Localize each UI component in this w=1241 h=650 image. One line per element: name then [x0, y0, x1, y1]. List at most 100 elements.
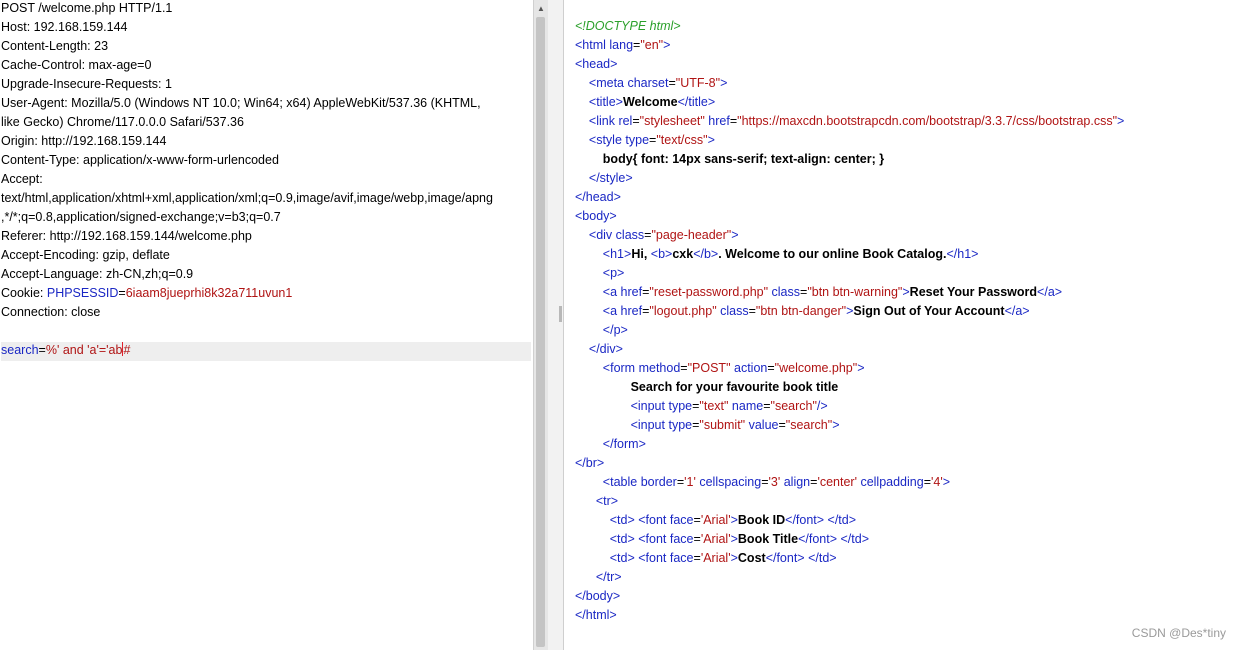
tag: </head> — [575, 190, 621, 204]
tag: > — [942, 475, 951, 489]
code-line: <a href="logout.php" class="btn btn-dang… — [575, 302, 1124, 321]
tag: </p> — [602, 323, 628, 337]
attr-value: "UTF-8" — [675, 76, 721, 90]
request-line[interactable]: Upgrade-Insecure-Requests: 1 — [1, 76, 531, 95]
body-param-name: search — [1, 343, 39, 357]
tag: > — [730, 513, 738, 527]
text: Search for your favourite book title — [630, 380, 839, 394]
request-line[interactable]: Origin: http://192.168.159.144 — [1, 133, 531, 152]
attr: href — [620, 304, 643, 318]
tag: > — [730, 532, 738, 546]
request-line[interactable]: Accept-Encoding: gzip, deflate — [1, 247, 531, 266]
text: Welcome — [622, 95, 678, 109]
attr-value: "https://maxcdn.bootstrapcdn.com/bootstr… — [737, 114, 1118, 128]
cookie-line[interactable]: Cookie: PHPSESSID=6iaam8jueprhi8k32a711u… — [1, 285, 531, 304]
tag: <td> <font — [609, 551, 670, 565]
attr: method — [638, 361, 681, 375]
cookie-label: Cookie: — [1, 286, 47, 300]
request-lines: POST /welcome.php HTTP/1.1 Host: 192.168… — [1, 0, 531, 361]
eq: = — [693, 532, 701, 546]
attr: cellspacing — [695, 475, 762, 489]
tag: <link — [588, 114, 619, 128]
attr: action — [730, 361, 768, 375]
pane-divider-grip-icon[interactable] — [559, 306, 562, 322]
request-line[interactable]: Content-Type: application/x-www-form-url… — [1, 152, 531, 171]
request-line[interactable]: POST /welcome.php HTTP/1.1 — [1, 0, 531, 19]
eq: = — [632, 114, 640, 128]
code-line: <input type="submit" value="search"> — [575, 416, 1124, 435]
request-line[interactable]: Cache-Control: max-age=0 — [1, 57, 531, 76]
code-line: <table border='1' cellspacing='3' align=… — [575, 473, 1124, 492]
attr-value: '3' — [768, 475, 781, 489]
watermark: CSDN @Des*tiny — [1131, 626, 1226, 640]
response-viewer[interactable]: <!DOCTYPE html> <html lang="en"> <head> … — [565, 0, 1241, 650]
attr-value: "POST" — [687, 361, 731, 375]
request-line[interactable]: text/html,application/xhtml+xml,applicat… — [1, 190, 531, 209]
attr-value: 'Arial' — [700, 551, 731, 565]
scroll-up-arrow-icon[interactable]: ▲ — [534, 0, 548, 16]
code-line: <body> — [575, 207, 1124, 226]
request-scrollbar[interactable]: ▲ — [533, 0, 548, 650]
blank-line[interactable] — [1, 323, 531, 342]
attr-value: "page-header" — [651, 228, 732, 242]
attr: type — [625, 133, 650, 147]
body-param-value-tail: # — [123, 343, 131, 357]
tag: </font> </td> — [785, 513, 857, 527]
body-param-eq: = — [38, 343, 46, 357]
attr-value: "submit" — [699, 418, 746, 432]
code-line: <link rel="stylesheet" href="https://max… — [575, 112, 1124, 131]
tag: > — [832, 418, 840, 432]
code-line: </body> — [575, 587, 1124, 606]
eq: = — [693, 513, 701, 527]
connection-line[interactable]: Connection: close — [1, 304, 531, 323]
pane-divider[interactable] — [548, 0, 564, 650]
attr-value: 'center' — [817, 475, 857, 489]
scroll-thumb[interactable] — [536, 17, 545, 647]
attr-value: '1' — [684, 475, 696, 489]
request-line[interactable]: ,*/*;q=0.8,application/signed-exchange;v… — [1, 209, 531, 228]
tag: <input — [630, 418, 669, 432]
cookie-eq: = — [118, 286, 126, 300]
request-line[interactable]: Referer: http://192.168.159.144/welcome.… — [1, 228, 531, 247]
body-param-value: %' and 'a'='ab — [45, 343, 123, 357]
code-line: </html> — [575, 606, 1124, 625]
tag: </html> — [575, 608, 617, 622]
attr: border — [640, 475, 677, 489]
tag: > — [857, 361, 865, 375]
request-body-line[interactable]: search=%' and 'a'='ab# — [1, 342, 531, 361]
tag: <input — [630, 399, 669, 413]
request-line[interactable]: like Gecko) Chrome/117.0.0.0 Safari/537.… — [1, 114, 531, 133]
code-line: <h1>Hi, <b>cxk</b>. Welcome to our onlin… — [575, 245, 1124, 264]
request-line[interactable]: Accept-Language: zh-CN,zh;q=0.9 — [1, 266, 531, 285]
tag: <html — [575, 38, 610, 52]
tag: <head> — [575, 57, 618, 71]
code-line: <a href="reset-password.php" class="btn … — [575, 283, 1124, 302]
request-line[interactable]: Accept: — [1, 171, 531, 190]
request-line[interactable]: Content-Length: 23 — [1, 38, 531, 57]
code-line: <html lang="en"> — [575, 36, 1124, 55]
text: Book ID — [737, 513, 786, 527]
attr: align — [780, 475, 811, 489]
attr-value: '4' — [931, 475, 943, 489]
code-line: </div> — [575, 340, 1124, 359]
request-line[interactable]: User-Agent: Mozilla/5.0 (Windows NT 10.0… — [1, 95, 531, 114]
tag: <td> <font — [609, 513, 670, 527]
code-line: <meta charset="UTF-8"> — [575, 74, 1124, 93]
code-line: </p> — [575, 321, 1124, 340]
code-line: <head> — [575, 55, 1124, 74]
tag: <body> — [575, 209, 617, 223]
request-editor[interactable]: POST /welcome.php HTTP/1.1 Host: 192.168… — [0, 0, 533, 650]
text: cxk — [672, 247, 694, 261]
request-line[interactable]: Host: 192.168.159.144 — [1, 19, 531, 38]
attr-value: "text" — [699, 399, 729, 413]
attr-value: "btn btn-warning" — [807, 285, 903, 299]
code-line: <style type="text/css"> — [575, 131, 1124, 150]
tag: <a — [602, 304, 621, 318]
attr: href — [620, 285, 643, 299]
attr: type — [668, 418, 693, 432]
doctype-comment: <!DOCTYPE html> — [575, 19, 681, 33]
code-line: body{ font: 14px sans-serif; text-align:… — [575, 150, 1124, 169]
text: . Welcome to our online Book Catalog. — [718, 247, 947, 261]
tag: > — [902, 285, 910, 299]
attr-value: 'Arial' — [700, 513, 731, 527]
